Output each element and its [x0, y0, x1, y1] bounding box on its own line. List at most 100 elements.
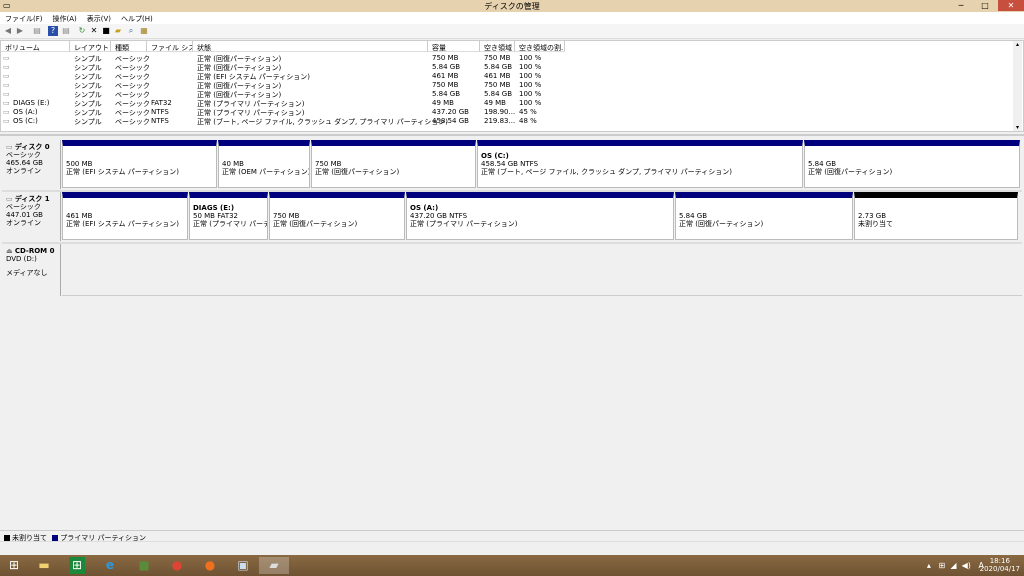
menu-view[interactable]: 表示(V) [82, 12, 116, 24]
partition-block[interactable]: 461 MB 正常 (EFI システム パーティション) [62, 192, 188, 240]
partition-size: 500 MB [66, 160, 93, 168]
col-filesystem[interactable]: ファイル シス... [147, 41, 193, 52]
table-cell: 49 MB [484, 99, 506, 107]
volume-icon[interactable]: ◀) [962, 561, 971, 570]
col-status[interactable]: 状態 [193, 41, 428, 52]
partition-status: 正常 (EFI システム パーティション) [66, 220, 180, 228]
partition-status: 正常 (プライマリ パーティション) [193, 220, 267, 228]
menu-action[interactable]: 操作(A) [48, 12, 82, 24]
partition-block[interactable]: 750 MB 正常 (回復パーティション) [311, 140, 476, 188]
minimize-button[interactable]: ─ [950, 0, 972, 11]
list-scrollbar[interactable]: ▴ ▾ [1013, 41, 1022, 131]
partition-block[interactable]: 5.84 GB 正常 (回復パーティション) [804, 140, 1020, 188]
partition-size: 750 MB [273, 212, 300, 220]
partition-block[interactable]: 500 MB 正常 (EFI システム パーティション) [62, 140, 217, 188]
partition-status: 正常 (回復パーティション) [273, 220, 358, 228]
table-cell: 49 MB [432, 99, 454, 107]
delete-icon[interactable]: ✕ [89, 26, 99, 36]
volume-list: ボリューム レイアウト 種類 ファイル シス... 状態 容量 空き領域 空き領… [0, 40, 1024, 132]
partition-block[interactable]: 750 MB 正常 (回復パーティション) [269, 192, 405, 240]
disk-label-0[interactable]: ▭ ディスク 0 ベーシック 465.64 GB オンライン [2, 140, 61, 189]
partition-block[interactable]: 40 MB 正常 (OEM パーティション) [218, 140, 310, 188]
partition-block[interactable]: OS (A:) 437.20 GB NTFS 正常 (プライマリ パーティション) [406, 192, 674, 240]
back-arrow-icon[interactable]: ◀ [3, 26, 13, 36]
store-icon[interactable]: ⊞ [69, 557, 85, 574]
volume-icon: ▭ [3, 72, 10, 80]
table-cell: 461 MB [484, 72, 511, 80]
table-cell: シンプル [74, 118, 102, 126]
table-cell: 5.84 GB [432, 90, 461, 98]
signal-icon[interactable]: ◢ [950, 561, 956, 570]
table-row[interactable]: ▭ OS (C:) シンプル ベーシック NTFS 正常 (ブート, ページ ファイル, … [1, 117, 1013, 126]
clock-time: 18:16 [989, 557, 1010, 565]
disk-status: オンライン [6, 219, 41, 227]
show-hidden-icons[interactable]: ▴ [927, 561, 931, 570]
partition-status: 正常 (ブート, ページ ファイル, クラッシュ ダンプ, プライマリ パーティ… [481, 168, 732, 176]
close-button[interactable]: ✕ [998, 0, 1024, 11]
table-cell: DIAGS (E:) [13, 99, 50, 107]
col-volume[interactable]: ボリューム [1, 41, 70, 52]
disk-label-1[interactable]: ▭ ディスク 1 ベーシック 447.01 GB オンライン [2, 192, 61, 241]
settings-icon[interactable]: ▦ [139, 26, 149, 36]
view-icon[interactable]: ▤ [61, 26, 71, 36]
partition-status: 正常 (回復パーティション) [808, 168, 893, 176]
table-cell: 5.84 GB [432, 63, 461, 71]
disk-status: オンライン [6, 167, 41, 175]
table-row[interactable]: ▭ シンプル ベーシック 正常 (回復パーティション) 750 MB 750 MB 100 … [1, 81, 1013, 90]
minecraft-icon[interactable]: ■ [133, 557, 155, 574]
table-row[interactable]: ▭ シンプル ベーシック 正常 (回復パーティション) 5.84 GB 5.84 GB 10… [1, 90, 1013, 99]
menu-help[interactable]: ヘルプ(H) [116, 12, 158, 24]
partition-title: OS (A:) [410, 204, 439, 212]
table-cell: 461 MB [432, 72, 459, 80]
refresh-icon[interactable]: ↻ [77, 26, 87, 36]
table-cell: 437.20 GB [432, 108, 469, 116]
partition-block[interactable]: OS (C:) 458.54 GB NTFS 正常 (ブート, ページ ファイル, … [477, 140, 803, 188]
console-icon[interactable]: ▤ [32, 26, 42, 36]
partition-size: 5.84 GB [808, 160, 837, 168]
scroll-down-icon[interactable]: ▾ [1013, 124, 1022, 131]
table-cell: 100 % [519, 81, 542, 89]
col-free-percent[interactable]: 空き領域の割... [515, 41, 565, 52]
open-icon[interactable]: ▰ [113, 26, 123, 36]
internet-explorer-icon[interactable]: e [99, 557, 121, 574]
file-explorer-icon[interactable]: ▬ [33, 557, 55, 574]
chrome-icon[interactable]: ● [166, 557, 188, 574]
table-row[interactable]: ▭ OS (A:) シンプル ベーシック NTFS 正常 (プライマリ パーティション) 4… [1, 108, 1013, 117]
table-cell: 5.84 GB [484, 90, 513, 98]
window-title: ディスクの管理 [484, 2, 540, 11]
clock[interactable]: 18:16 2020/04/17 [980, 557, 1020, 573]
menu-file[interactable]: ファイル(F) [0, 12, 48, 24]
app-icon[interactable]: ▣ [232, 557, 254, 574]
disk-size: 465.64 GB [6, 159, 43, 167]
cdrom-label[interactable]: ⏏ CD-ROM 0 DVD (D:) メディアなし [2, 244, 61, 296]
table-row[interactable]: ▭ シンプル ベーシック 正常 (EFI システム パーティション) 461 MB 461… [1, 72, 1013, 81]
volume-icon: ▭ [3, 63, 10, 71]
search-icon[interactable]: ⌕ [126, 26, 136, 36]
partition-status: 正常 (EFI システム パーティション) [66, 168, 180, 176]
partition-size: 750 MB [315, 160, 342, 168]
col-layout[interactable]: レイアウト [70, 41, 111, 52]
partition-block[interactable]: 5.84 GB 正常 (回復パーティション) [675, 192, 853, 240]
properties-icon[interactable]: ■ [101, 26, 111, 36]
disk-management-icon[interactable]: ▰ [259, 557, 289, 574]
start-icon[interactable]: ⊞ [3, 557, 25, 574]
table-row[interactable]: ▭ シンプル ベーシック 正常 (回復パーティション) 5.84 GB 5.84 GB 10… [1, 63, 1013, 72]
maximize-button[interactable]: □ [974, 0, 996, 11]
col-free[interactable]: 空き領域 [480, 41, 515, 52]
scroll-up-icon[interactable]: ▴ [1013, 41, 1022, 48]
partition-title: OS (C:) [481, 152, 509, 160]
disk-icon: ▭ [6, 143, 15, 151]
col-capacity[interactable]: 容量 [428, 41, 480, 52]
partition-block[interactable]: DIAGS (E:)50 MB FAT32正常 (プライマリ パーティション) [189, 192, 268, 240]
network-icon[interactable]: ⊞ [939, 561, 946, 570]
table-cell: 100 % [519, 63, 542, 71]
firefox-icon[interactable]: ● [199, 557, 221, 574]
partition-block[interactable]: 2.73 GB 未割り当て [854, 192, 1018, 240]
partition-size: 458.54 GB NTFS [481, 160, 539, 168]
help-icon[interactable]: ? [48, 26, 58, 36]
forward-arrow-icon[interactable]: ▶ [15, 26, 25, 36]
table-row[interactable]: ▭ DIAGS (E:) シンプル ベーシック FAT32 正常 (プライマリ パーティシ… [1, 99, 1013, 108]
col-type[interactable]: 種類 [111, 41, 147, 52]
volume-icon: ▭ [3, 81, 10, 89]
table-row[interactable]: ▭ シンプル ベーシック 正常 (回復パーティション) 750 MB 750 MB 100 … [1, 54, 1013, 63]
